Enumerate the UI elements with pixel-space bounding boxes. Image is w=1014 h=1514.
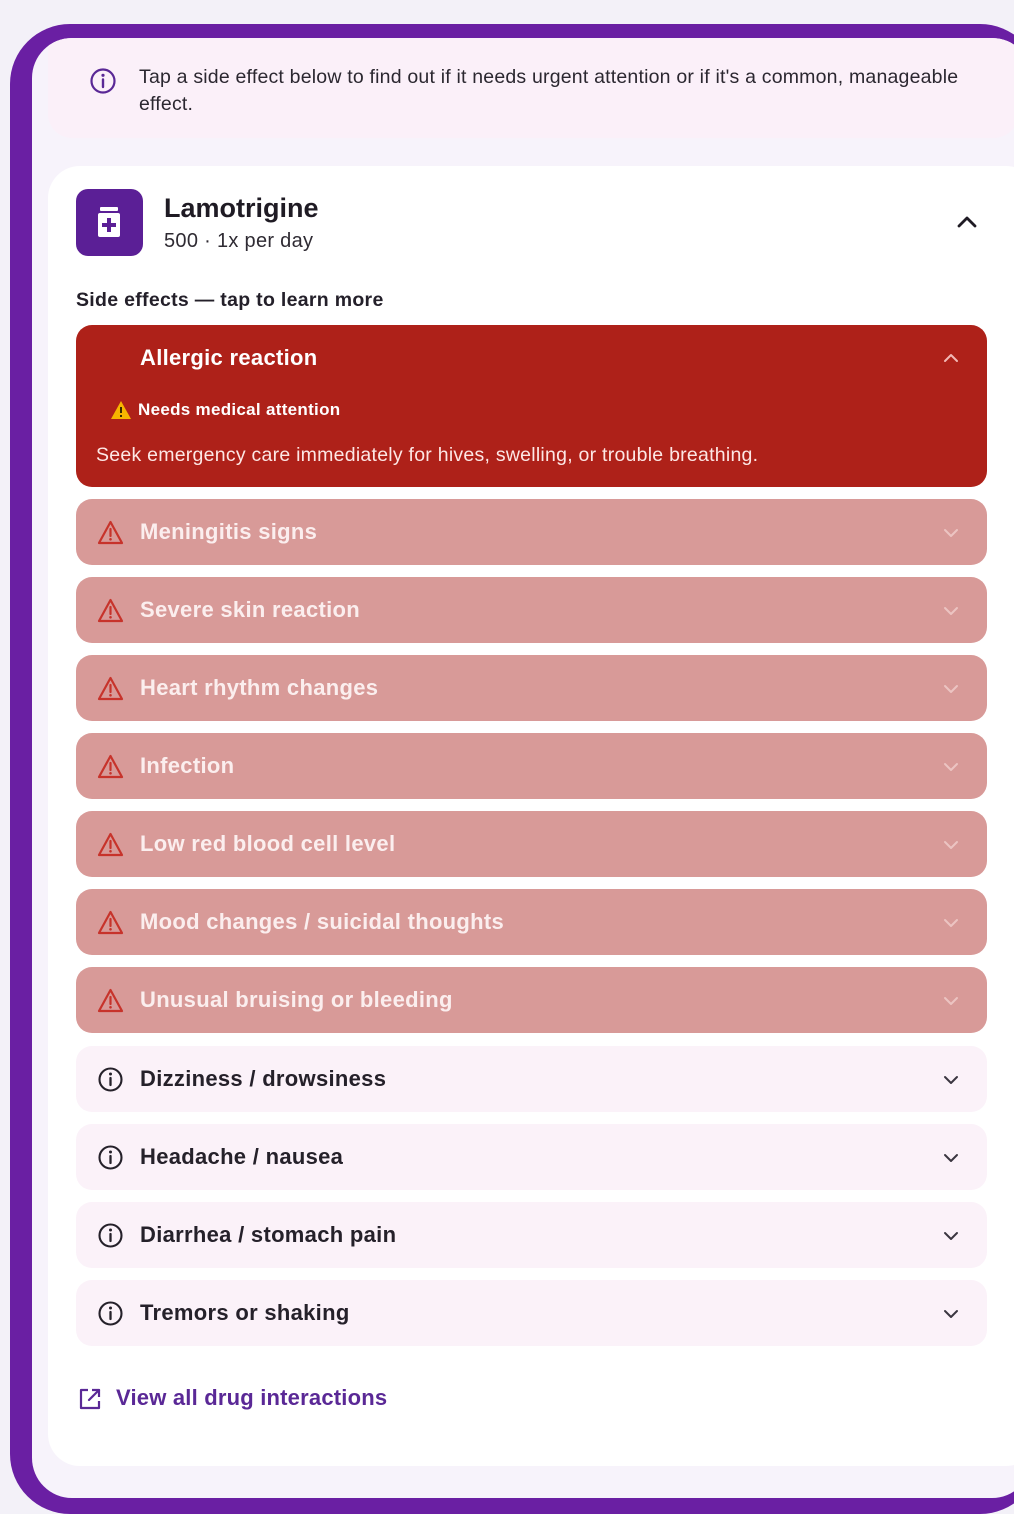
medication-badge [76, 189, 143, 256]
side-effect-row[interactable]: Heart rhythm changes [76, 655, 987, 721]
side-effect-row[interactable]: Diarrhea / stomach pain [76, 1202, 987, 1268]
external-link-icon [79, 1388, 101, 1410]
side-effect-label: Meningitis signs [140, 519, 318, 544]
side-effect-row[interactable]: Headache / nausea [76, 1124, 987, 1190]
urgency-badge: Needs medical attention [138, 400, 341, 419]
info-icon [90, 68, 116, 94]
chevron-down-icon [944, 997, 958, 1005]
chevron-up-icon[interactable] [953, 208, 981, 236]
chevron-down-icon [944, 841, 958, 849]
chevron-down-icon [944, 607, 958, 615]
warning-icon [97, 754, 124, 779]
chevron-down-icon [944, 1232, 958, 1240]
side-effect-label: Allergic reaction [140, 345, 318, 370]
info-icon [98, 1223, 123, 1248]
side-effect-row[interactable]: Tremors or shaking [76, 1280, 987, 1346]
side-effect-description: Seek emergency care immediately for hive… [96, 444, 759, 466]
side-effect-label: Tremors or shaking [140, 1300, 350, 1325]
side-effect-row[interactable]: Severe skin reaction [76, 577, 987, 643]
side-effect-label: Mood changes / suicidal thoughts [140, 909, 505, 934]
side-effect-label: Low red blood cell level [140, 831, 396, 856]
side-effect-row[interactable]: Dizziness / drowsiness [76, 1046, 987, 1112]
medication-dose: 500 · 1x per day [164, 230, 314, 252]
warning-icon [97, 676, 124, 701]
side-effect-label: Headache / nausea [140, 1144, 344, 1169]
warning-icon [97, 520, 124, 545]
chevron-down-icon [944, 1154, 958, 1162]
warning-icon [97, 598, 124, 623]
chevron-down-icon [944, 685, 958, 693]
chevron-down-icon [944, 1076, 958, 1084]
medicine-bottle-icon [98, 207, 120, 237]
side-effect-row[interactable]: Meningitis signs [76, 499, 987, 565]
side-effect-label: Heart rhythm changes [140, 675, 379, 700]
warning-icon [97, 910, 124, 935]
side-effect-label: Dizziness / drowsiness [140, 1066, 387, 1091]
chevron-up-icon [944, 354, 958, 362]
side-effects-label: Side effects — tap to learn more [76, 289, 384, 311]
warning-icon [97, 832, 124, 857]
info-icon [98, 1067, 123, 1092]
chevron-down-icon [944, 529, 958, 537]
medication-card: Lamotrigine 500 · 1x per day Side effect… [48, 166, 1014, 1466]
info-icon [98, 1301, 123, 1326]
chevron-down-icon [944, 919, 958, 927]
side-effect-row[interactable]: Unusual bruising or bleeding [76, 967, 987, 1033]
banner-text: Tap a side effect below to find out if i… [139, 66, 959, 115]
side-effect-row[interactable]: Mood changes / suicidal thoughts [76, 889, 987, 955]
chevron-down-icon [944, 1310, 958, 1318]
side-effect-label: Severe skin reaction [140, 597, 361, 622]
warning-icon [97, 988, 124, 1013]
info-icon [98, 1145, 123, 1170]
medication-name: Lamotrigine [164, 193, 319, 223]
side-effect-row[interactable]: Infection [76, 733, 987, 799]
side-effect-row[interactable]: Low red blood cell level [76, 811, 987, 877]
side-effect-label: Diarrhea / stomach pain [140, 1222, 397, 1247]
chevron-down-icon [944, 763, 958, 771]
side-effect-label: Infection [140, 753, 235, 778]
app-screen: Tap a side effect below to find out if i… [32, 38, 1014, 1498]
link-text: View all drug interactions [116, 1385, 388, 1410]
side-effect-allergic-reaction[interactable]: Allergic reaction Needs medical attentio… [76, 325, 987, 487]
side-effect-label: Unusual bruising or bleeding [140, 987, 453, 1012]
info-banner: Tap a side effect below to find out if i… [48, 38, 1014, 138]
warning-icon [111, 401, 131, 419]
